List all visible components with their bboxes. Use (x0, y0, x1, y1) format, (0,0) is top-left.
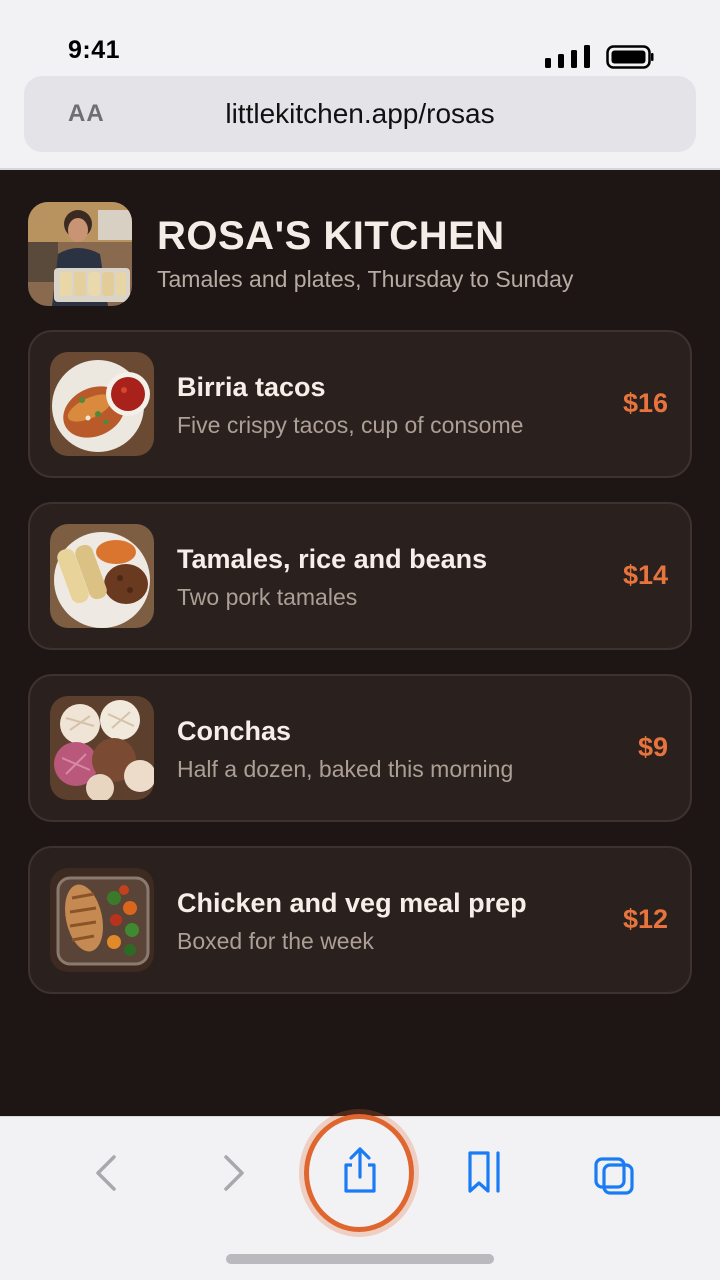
menu-item-name: Chicken and veg meal prep (177, 888, 527, 918)
tamales-plate-photo (50, 524, 154, 628)
menu-item-card[interactable]: Birria tacos Five crispy tacos, cup of c… (28, 330, 692, 478)
conchas-photo (50, 696, 154, 800)
shop-avatar (28, 202, 132, 306)
menu-item-card[interactable]: Tamales, rice and beans Two pork tamales… (28, 502, 692, 650)
menu-item-price: $9 (637, 732, 668, 762)
menu-item-description: Boxed for the week (177, 928, 374, 954)
birria-tacos-photo (50, 352, 154, 456)
address-bar[interactable]: AA littlekitchen.app/rosas (24, 76, 696, 152)
meal-prep-photo (50, 868, 154, 972)
menu-item-price: $16 (622, 388, 668, 418)
status-bar: 9:41 (0, 0, 720, 76)
status-time: 9:41 (68, 36, 121, 64)
tabs-icon[interactable] (584, 1145, 644, 1205)
menu-item-description: Half a dozen, baked this morning (177, 756, 514, 782)
home-indicator (226, 1254, 494, 1264)
cellular-signal-icon (545, 45, 590, 68)
shop-title: ROSA'S KITCHEN (157, 214, 505, 258)
menu-item-description: Five crispy tacos, cup of consome (177, 412, 524, 438)
bookmarks-icon[interactable] (456, 1145, 516, 1205)
battery-icon (606, 45, 654, 69)
menu-item-name: Tamales, rice and beans (177, 544, 488, 574)
menu-item-card[interactable]: Conchas Half a dozen, baked this morning… (28, 674, 692, 822)
menu-item-card[interactable]: Chicken and veg meal prep Boxed for the … (28, 846, 692, 994)
menu-item-price: $14 (622, 560, 668, 590)
menu-item-name: Conchas (177, 716, 292, 746)
back-icon[interactable] (76, 1143, 136, 1203)
forward-icon[interactable] (204, 1143, 264, 1203)
menu-item-name: Birria tacos (177, 372, 326, 402)
shop-subtitle: Tamales and plates, Thursday to Sunday (157, 266, 574, 292)
url-text[interactable]: littlekitchen.app/rosas (24, 98, 696, 130)
menu-item-description: Two pork tamales (177, 584, 358, 610)
web-page: ROSA'S KITCHEN Tamales and plates, Thurs… (0, 170, 720, 1116)
menu-item-price: $12 (622, 904, 668, 934)
share-button-highlight (304, 1114, 414, 1232)
